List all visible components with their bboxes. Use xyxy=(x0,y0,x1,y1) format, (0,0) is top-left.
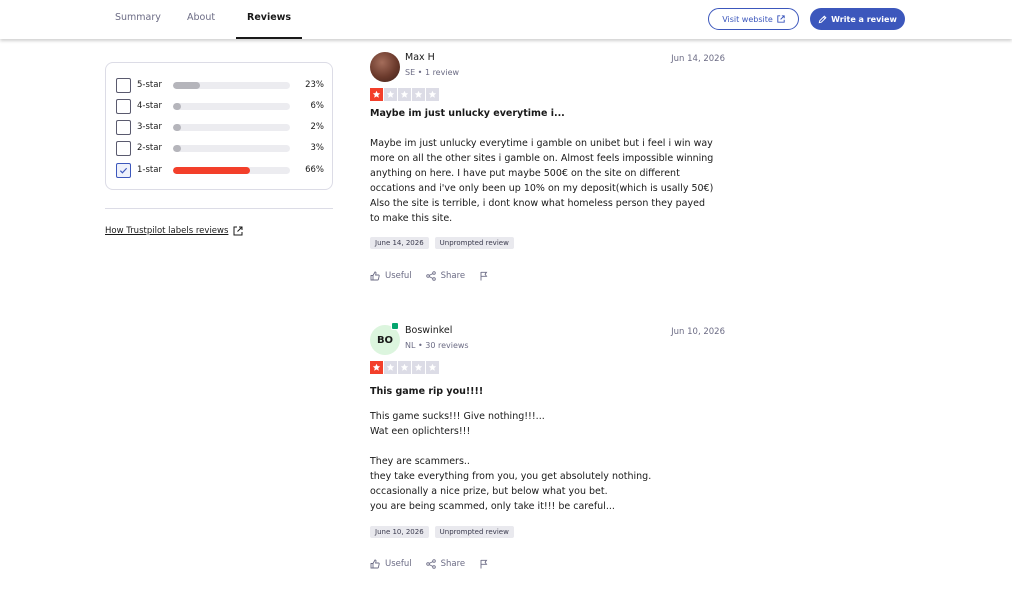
review-actions: Useful Share xyxy=(370,559,489,569)
distribution-bar xyxy=(173,102,290,110)
unprompted-review-chip[interactable]: Unprompted review xyxy=(434,526,514,538)
tab-reviews[interactable]: Reviews xyxy=(235,0,303,39)
star-icon xyxy=(412,88,425,101)
verified-badge-icon xyxy=(391,322,399,330)
review-title[interactable]: This game rip you!!!! xyxy=(370,386,483,397)
checkbox-4-star[interactable] xyxy=(116,98,131,114)
star-icon xyxy=(370,361,383,374)
filter-row-2-star[interactable]: 2-star 3% xyxy=(116,140,324,156)
distribution-fill xyxy=(173,144,182,152)
review-chips: June 14, 2026 Unprompted review xyxy=(370,237,514,249)
external-link-icon xyxy=(777,15,785,23)
distribution-fill xyxy=(173,102,182,110)
tab-about[interactable]: About xyxy=(187,0,215,39)
checkbox-3-star[interactable] xyxy=(116,119,131,135)
review-date: Jun 10, 2026 xyxy=(671,327,725,337)
visit-website-label: Visit website xyxy=(722,14,773,24)
tab-summary[interactable]: Summary xyxy=(115,0,161,39)
share-button[interactable]: Share xyxy=(425,271,466,281)
visit-website-button[interactable]: Visit website xyxy=(708,8,799,30)
star-icon xyxy=(398,361,411,374)
filter-label: 2-star xyxy=(137,143,162,153)
star-icon xyxy=(384,361,397,374)
review-title[interactable]: Maybe im just unlucky everytime i... xyxy=(370,108,565,119)
how-link-label: How Trustpilot labels reviews xyxy=(105,226,229,236)
thumbs-up-icon xyxy=(370,559,380,569)
avatar[interactable] xyxy=(370,52,400,82)
star-filter-card: 5-star 23% 4-star 6% 3-star 2% 2-star 3%… xyxy=(105,62,333,190)
distribution-bar xyxy=(173,123,290,131)
filter-label: 1-star xyxy=(137,165,162,175)
write-review-label: Write a review xyxy=(831,14,897,24)
filter-percent: 3% xyxy=(310,143,325,153)
checkbox-1-star[interactable] xyxy=(116,162,131,178)
filter-percent: 66% xyxy=(305,165,324,175)
report-button[interactable] xyxy=(479,271,489,281)
filter-percent: 6% xyxy=(310,101,325,111)
distribution-fill xyxy=(173,81,200,89)
review-body: Maybe im just unlucky everytime i gamble… xyxy=(370,138,714,224)
review-actions: Useful Share xyxy=(370,271,489,281)
star-icon xyxy=(370,88,383,101)
distribution-bar xyxy=(173,144,290,152)
distribution-fill xyxy=(173,123,182,131)
report-button[interactable] xyxy=(479,559,489,569)
review-card: Max H SE • 1 review Jun 14, 2026 Maybe i… xyxy=(370,52,725,292)
check-icon xyxy=(119,167,128,174)
filter-row-4-star[interactable]: 4-star 6% xyxy=(116,98,324,114)
reviewer-meta: NL • 30 reviews xyxy=(405,341,469,350)
top-navigation: Summary About Reviews Visit website Writ… xyxy=(0,0,1012,39)
share-button[interactable]: Share xyxy=(425,559,466,569)
reviewer-meta: SE • 1 review xyxy=(405,68,460,77)
review-card: BO Boswinkel NL • 30 reviews Jun 10, 202… xyxy=(370,322,725,580)
external-link-icon xyxy=(233,226,243,236)
filter-row-1-star[interactable]: 1-star 66% xyxy=(116,162,324,178)
thumbs-up-icon xyxy=(370,271,380,281)
share-icon xyxy=(425,559,436,569)
write-review-button[interactable]: Write a review xyxy=(810,8,905,30)
filter-label: 3-star xyxy=(137,122,162,132)
filter-label: 4-star xyxy=(137,101,162,111)
reviewer-name[interactable]: Boswinkel xyxy=(405,325,452,336)
review-body: This game sucks!!! Give nothing!!!... Wa… xyxy=(370,411,652,512)
star-rating xyxy=(370,361,439,374)
filter-percent: 23% xyxy=(305,80,324,90)
unprompted-review-chip[interactable]: Unprompted review xyxy=(434,237,514,249)
filter-percent: 2% xyxy=(310,122,325,132)
checkbox-5-star[interactable] xyxy=(116,77,131,93)
how-trustpilot-labels-link[interactable]: How Trustpilot labels reviews xyxy=(105,226,243,236)
useful-button[interactable]: Useful xyxy=(370,271,412,281)
distribution-bar xyxy=(173,81,290,89)
filter-row-3-star[interactable]: 3-star 2% xyxy=(116,119,324,135)
star-icon xyxy=(412,361,425,374)
flag-icon xyxy=(480,271,488,281)
share-label: Share xyxy=(440,559,466,569)
filter-label: 5-star xyxy=(137,80,162,90)
distribution-bar xyxy=(173,166,290,174)
star-icon xyxy=(426,88,439,101)
checkbox-2-star[interactable] xyxy=(116,140,131,156)
experience-date-chip: June 10, 2026 xyxy=(370,526,429,538)
useful-label: Useful xyxy=(385,559,412,569)
pencil-icon xyxy=(818,14,827,24)
useful-label: Useful xyxy=(385,271,412,281)
review-chips: June 10, 2026 Unprompted review xyxy=(370,526,514,538)
star-icon xyxy=(384,88,397,101)
experience-date-chip: June 14, 2026 xyxy=(370,237,429,249)
flag-icon xyxy=(480,559,488,569)
reviewer-name[interactable]: Max H xyxy=(405,52,435,63)
sidebar-divider xyxy=(105,208,333,209)
filter-row-5-star[interactable]: 5-star 23% xyxy=(116,77,324,93)
share-icon xyxy=(425,271,436,281)
distribution-fill xyxy=(173,166,251,174)
star-rating xyxy=(370,88,439,101)
useful-button[interactable]: Useful xyxy=(370,559,412,569)
star-icon xyxy=(398,88,411,101)
star-icon xyxy=(426,361,439,374)
share-label: Share xyxy=(440,271,466,281)
review-date: Jun 14, 2026 xyxy=(671,54,725,64)
